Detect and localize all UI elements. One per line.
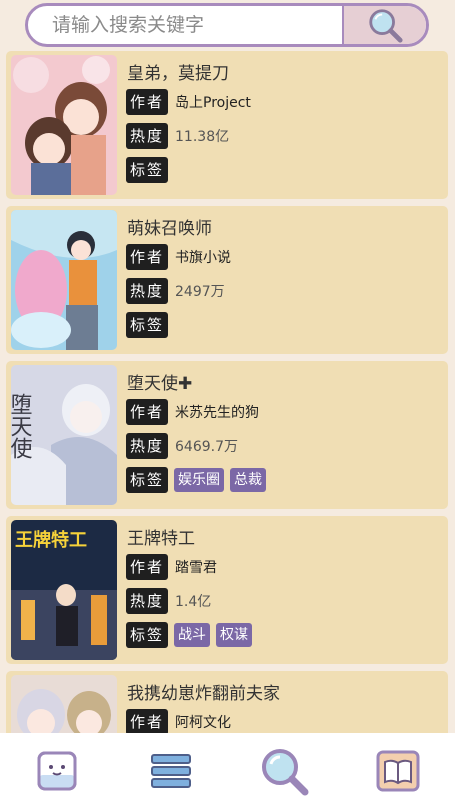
comic-card[interactable]: 萌妹召唤师 作者 书旗小说 热度 2497万 标签 [6, 206, 448, 354]
tags-label: 标签 [126, 157, 169, 183]
tag-badge[interactable]: 战斗 [174, 623, 211, 647]
comic-title[interactable]: 王牌特工 [127, 524, 195, 549]
comic-title[interactable]: 皇弟，莫提刀 [127, 59, 229, 84]
nav-bookshelf[interactable] [368, 741, 428, 801]
menu-list-icon [150, 753, 191, 788]
author-label: 作者 [126, 554, 169, 580]
author-value: 踏雪君 [175, 560, 218, 576]
comic-card[interactable]: 我携幼崽炸翻前夫家 作者 阿柯文化 [6, 671, 448, 733]
comic-title[interactable]: 我携幼崽炸翻前夫家 [127, 679, 280, 704]
tag-badge[interactable]: 娱乐圈 [174, 468, 225, 492]
author-value: 岛上Project [175, 95, 251, 111]
tag-badge[interactable]: 权谋 [216, 623, 253, 647]
cover-title-art: 王牌特工 [15, 529, 87, 551]
comic-title[interactable]: 堕天使✚ [127, 369, 192, 394]
mascot-icon [37, 751, 77, 790]
tags-label: 标签 [126, 312, 169, 338]
heat-label: 热度 [126, 123, 169, 149]
comic-card[interactable]: 皇弟，莫提刀 作者 岛上Project 热度 11.38亿 标签 [6, 51, 448, 199]
heat-value: 1.4亿 [175, 594, 212, 610]
comic-cover[interactable] [11, 210, 117, 350]
author-label: 作者 [126, 89, 169, 115]
comic-cover[interactable]: 王牌特工 [11, 520, 117, 660]
heat-value: 2497万 [175, 284, 225, 300]
author-label: 作者 [126, 399, 169, 425]
heat-label: 热度 [126, 588, 169, 614]
heat-label: 热度 [126, 278, 169, 304]
heat-value: 11.38亿 [175, 129, 230, 145]
comic-card[interactable]: 王牌特工 王牌特工 作者 踏雪君 热度 1.4亿 标签 战斗 权谋 [6, 516, 448, 664]
author-label: 作者 [126, 244, 169, 270]
author-value: 阿柯文化 [175, 715, 232, 731]
bottom-nav [0, 733, 455, 808]
nav-home[interactable] [27, 741, 87, 801]
author-label: 作者 [126, 709, 169, 733]
comic-card[interactable]: 堕天使 堕天使✚ 作者 米苏先生的狗 热度 6469.7万 标签 娱乐圈 总裁 [6, 361, 448, 509]
comic-cover[interactable] [11, 55, 117, 195]
comic-cover[interactable]: 堕天使 [11, 365, 117, 505]
heat-label: 热度 [126, 433, 169, 459]
search-button[interactable] [342, 6, 426, 44]
comic-cover[interactable] [11, 675, 117, 733]
comic-list: 皇弟，莫提刀 作者 岛上Project 热度 11.38亿 标签 萌妹召唤师 作… [0, 51, 455, 733]
tags-label: 标签 [126, 467, 169, 493]
search-input[interactable] [28, 6, 342, 44]
author-value: 米苏先生的狗 [175, 405, 260, 421]
search-icon [262, 748, 309, 795]
heat-value: 6469.7万 [175, 439, 239, 455]
tag-badge[interactable]: 总裁 [230, 468, 267, 492]
tags-label: 标签 [126, 622, 169, 648]
nav-search[interactable] [254, 741, 314, 801]
cover-title-art: 堕天使 [11, 393, 33, 459]
nav-list[interactable] [141, 741, 201, 801]
search-icon [369, 9, 403, 43]
comic-title[interactable]: 萌妹召唤师 [127, 214, 212, 239]
book-icon [376, 750, 420, 791]
author-value: 书旗小说 [175, 250, 232, 266]
search-bar [25, 3, 429, 47]
